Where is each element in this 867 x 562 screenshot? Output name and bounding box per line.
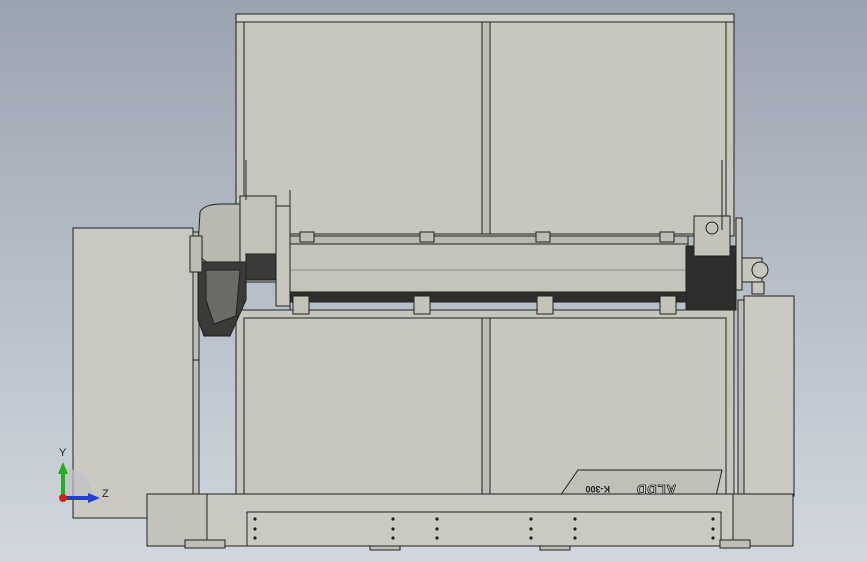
- triad-z-label: Z: [102, 488, 109, 500]
- right-cabinet[interactable]: [737, 295, 795, 497]
- left-cabinet[interactable]: [72, 227, 200, 519]
- triad-y-label: Y: [59, 447, 67, 459]
- upper-hopper[interactable]: [235, 13, 735, 237]
- mixing-drum[interactable]: [287, 231, 689, 315]
- cad-viewport[interactable]: K-300 ALDD Y Z: [0, 0, 867, 562]
- logo-text: ALDD: [636, 482, 676, 497]
- nameplate-text: K-300: [585, 484, 610, 494]
- lower-body[interactable]: [235, 309, 735, 497]
- machine-base[interactable]: [146, 493, 794, 551]
